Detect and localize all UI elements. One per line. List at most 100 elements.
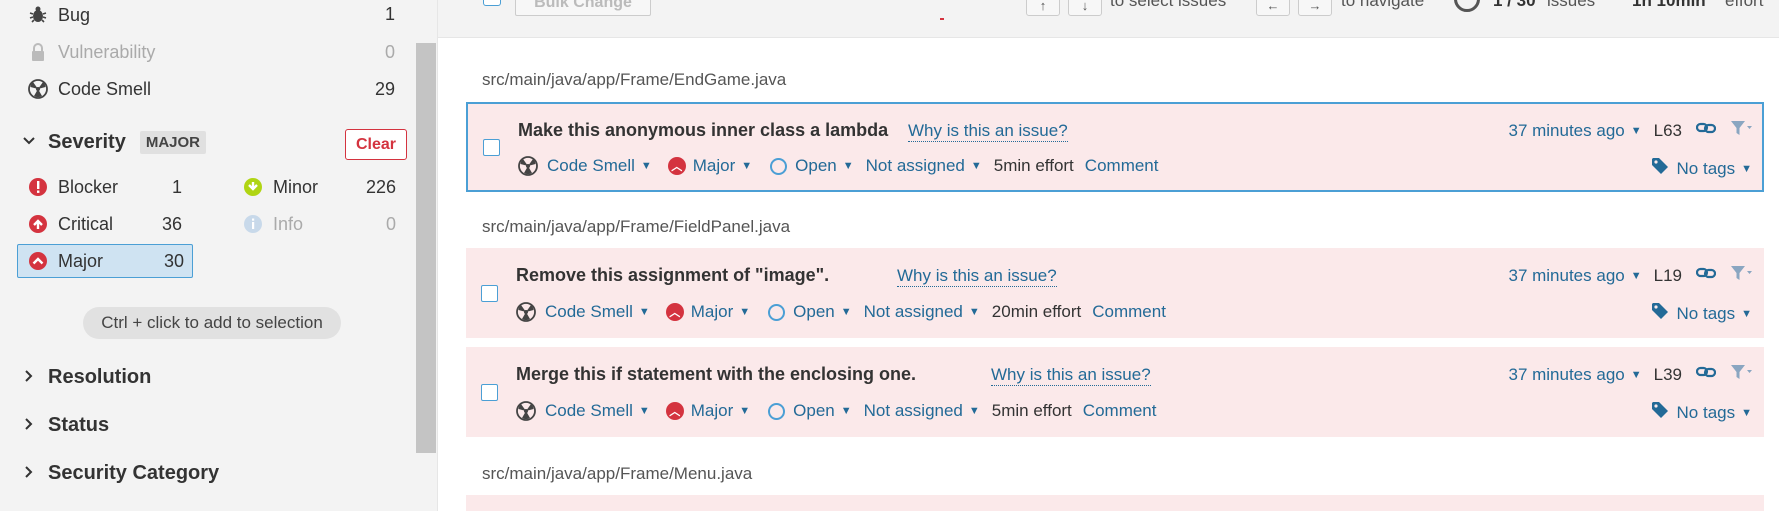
- issue-title[interactable]: Make this anonymous inner class a lambda: [518, 120, 888, 141]
- issue-tags[interactable]: No tags ▼: [1651, 302, 1752, 325]
- why-is-this-an-issue-link[interactable]: Why is this an issue?: [991, 365, 1151, 386]
- issue-title[interactable]: Remove this assignment of "image".: [516, 265, 829, 286]
- issue-tags[interactable]: No tags ▼: [1651, 401, 1752, 424]
- severity-item-minor[interactable]: Minor 226: [243, 170, 396, 204]
- issue-checkbox[interactable]: [483, 139, 500, 156]
- comment-link[interactable]: Comment: [1083, 401, 1157, 421]
- issue-meta: Code Smell ▼ ︿ Major ▼ Open ▼ Not assign…: [516, 401, 1156, 421]
- sidebar-scrollbar[interactable]: [416, 43, 436, 453]
- severity-item-major[interactable]: Major 30: [17, 244, 193, 278]
- type-item-code-smell[interactable]: Code Smell: [28, 74, 151, 104]
- caret-down-icon: ▼: [968, 306, 980, 318]
- issue-tags-label[interactable]: No tags: [1677, 304, 1736, 324]
- type-item-count: 0: [384, 42, 395, 62]
- status-facet-title: Status: [48, 414, 110, 436]
- issue-checkbox[interactable]: [481, 285, 498, 302]
- clear-severity-button[interactable]: Clear: [345, 129, 407, 160]
- severity-item-critical[interactable]: Critical 36: [28, 207, 188, 241]
- code-smell-icon: [516, 401, 536, 421]
- issue-assignee-dropdown[interactable]: Not assigned: [864, 401, 963, 421]
- severity-item-label: Blocker: [58, 176, 119, 197]
- severity-facet-header[interactable]: Severity MAJOR: [22, 131, 207, 154]
- code-smell-icon: [28, 79, 48, 99]
- major-severity-icon: ︿: [667, 157, 686, 175]
- caret-down-icon: ▼: [741, 160, 753, 172]
- issue-assignee-dropdown[interactable]: Not assigned: [864, 302, 963, 322]
- issue-severity-dropdown[interactable]: Major: [693, 156, 736, 176]
- issue-title[interactable]: Merge this if statement with the enclosi…: [516, 364, 916, 385]
- severity-item-count: 30: [163, 250, 184, 271]
- issues-label: issues: [1547, 0, 1596, 10]
- issue-line-number[interactable]: L63: [1654, 121, 1682, 141]
- lock-icon: [28, 42, 48, 62]
- chevron-down-icon: [22, 134, 36, 151]
- issue-line-number[interactable]: L19: [1654, 266, 1682, 286]
- issue-row[interactable]: Remove this assignment of "image". Why i…: [466, 248, 1764, 338]
- why-is-this-an-issue-link[interactable]: Why is this an issue?: [897, 266, 1057, 287]
- issue-type-dropdown[interactable]: Code Smell: [545, 401, 633, 421]
- info-icon: [243, 214, 263, 234]
- chevron-right-icon: [22, 465, 36, 482]
- bug-icon: [28, 5, 48, 25]
- severity-item-info[interactable]: Info 0: [243, 207, 396, 241]
- up-key-icon: ↑: [1026, 0, 1060, 16]
- caret-down-icon: ▼: [638, 405, 650, 417]
- issue-type-dropdown[interactable]: Code Smell: [545, 302, 633, 322]
- select-all-checkbox[interactable]: [483, 0, 501, 6]
- issues-toolbar: Bulk Change ↑ ↓ to select issues ← → to …: [438, 0, 1779, 38]
- severity-item-count: 36: [161, 213, 182, 234]
- issue-row[interactable]: Make this anonymous inner class a lambda…: [466, 102, 1764, 192]
- issue-status-dropdown[interactable]: Open: [795, 156, 837, 176]
- security-category-facet-title: Security Category: [48, 462, 220, 484]
- caret-down-icon: ▼: [1741, 307, 1752, 320]
- filter-icon[interactable]: [1730, 265, 1752, 286]
- why-is-this-an-issue-link[interactable]: Why is this an issue?: [908, 121, 1068, 142]
- issue-tags-label[interactable]: No tags: [1677, 403, 1736, 423]
- issue-severity-dropdown[interactable]: Major: [691, 302, 734, 322]
- tag-icon: [1651, 302, 1669, 325]
- permalink-icon[interactable]: [1695, 364, 1717, 385]
- major-icon: [28, 251, 48, 271]
- status-facet-header[interactable]: Status: [22, 414, 109, 437]
- issue-status-dropdown[interactable]: Open: [793, 302, 835, 322]
- severity-item-blocker[interactable]: Blocker 1: [28, 170, 188, 204]
- bulk-change-button[interactable]: Bulk Change: [515, 0, 651, 16]
- issue-severity-dropdown[interactable]: Major: [691, 401, 734, 421]
- issue-tags-label[interactable]: No tags: [1677, 159, 1736, 179]
- resolution-facet-header[interactable]: Resolution: [22, 366, 151, 389]
- issue-meta: Code Smell ▼ ︿ Major ▼ Open ▼ Not assign…: [516, 302, 1166, 322]
- type-item-vulnerability[interactable]: Vulnerability: [28, 37, 155, 67]
- issue-meta: Code Smell ▼ ︿ Major ▼ Open ▼ Not assign…: [518, 156, 1158, 176]
- filters-sidebar: Bug 1 Vulnerability 0 Code Smell 29 Seve…: [0, 0, 438, 511]
- issue-status-dropdown[interactable]: Open: [793, 401, 835, 421]
- type-item-count: 29: [374, 79, 395, 99]
- code-smell-icon: [516, 302, 536, 322]
- issue-row[interactable]: [466, 495, 1764, 511]
- issue-row[interactable]: Merge this if statement with the enclosi…: [466, 347, 1764, 437]
- permalink-icon[interactable]: [1695, 120, 1717, 141]
- issue-type-dropdown[interactable]: Code Smell: [547, 156, 635, 176]
- filter-icon[interactable]: [1730, 364, 1752, 385]
- issue-checkbox[interactable]: [481, 384, 498, 401]
- component-path: src/main/java/app/Frame/FieldPanel.java: [482, 217, 791, 236]
- type-item-bug[interactable]: Bug: [28, 0, 90, 30]
- right-key-icon: →: [1298, 0, 1332, 16]
- permalink-icon[interactable]: [1695, 265, 1717, 286]
- severity-item-label: Critical: [58, 213, 114, 234]
- caret-down-icon: ▼: [1741, 406, 1752, 419]
- issue-age-dropdown[interactable]: 37 minutes ago: [1508, 266, 1624, 286]
- issue-tags[interactable]: No tags ▼: [1651, 157, 1752, 180]
- security-category-facet-header[interactable]: Security Category: [22, 462, 219, 485]
- severity-item-label: Minor: [273, 176, 319, 197]
- issue-age-dropdown[interactable]: 37 minutes ago: [1508, 121, 1624, 141]
- issue-assignee-dropdown[interactable]: Not assigned: [866, 156, 965, 176]
- code-smell-icon: [518, 156, 538, 176]
- comment-link[interactable]: Comment: [1085, 156, 1159, 176]
- filter-icon[interactable]: [1730, 120, 1752, 141]
- loading-indicator: [940, 18, 944, 20]
- caret-down-icon: ▼: [1630, 368, 1642, 381]
- issue-age-dropdown[interactable]: 37 minutes ago: [1508, 365, 1624, 385]
- comment-link[interactable]: Comment: [1092, 302, 1166, 322]
- issue-line-number[interactable]: L39: [1654, 365, 1682, 385]
- type-item-count: 1: [384, 4, 395, 24]
